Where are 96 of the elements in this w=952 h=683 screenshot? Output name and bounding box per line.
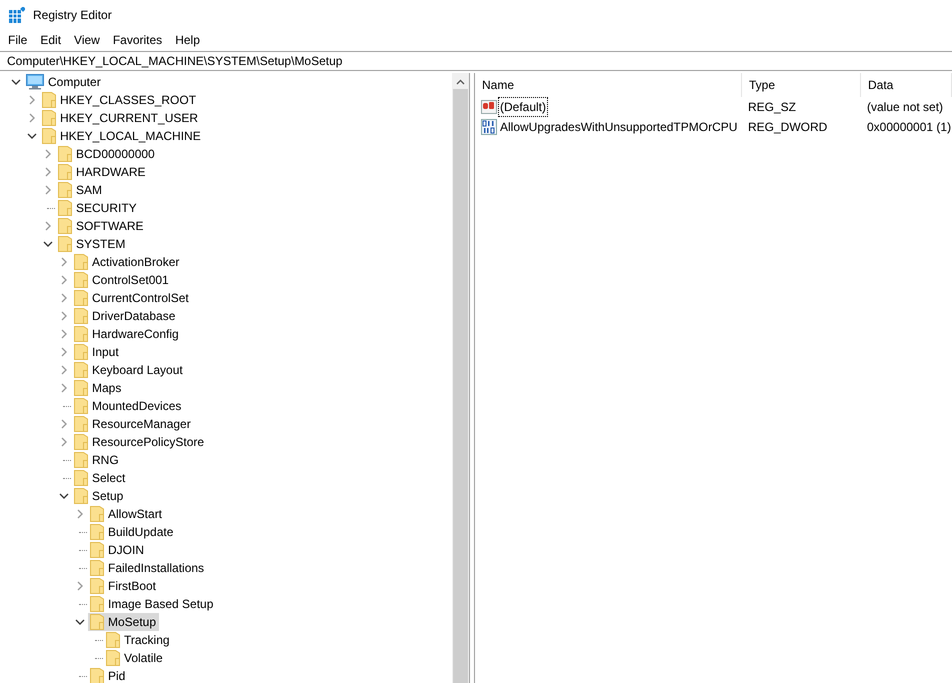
chevron-down-icon[interactable] [43,241,53,247]
tree-item[interactable]: FailedInstallations [88,559,208,577]
tree-item[interactable]: MountedDevices [72,397,184,415]
folder-icon [74,344,88,360]
folder-icon [90,524,104,540]
tree-item[interactable]: AllowStart [88,505,166,523]
chevron-down-icon[interactable] [11,79,21,85]
folder-icon [74,290,88,306]
folder-icon [58,146,72,162]
folder-icon [74,452,88,468]
tree-item[interactable]: BuildUpdate [88,523,176,541]
tree-item[interactable]: DriverDatabase [72,307,178,325]
tree-item[interactable]: ResourceManager [72,415,194,433]
folder-icon [74,272,88,288]
tree-item[interactable]: Pid [88,667,128,683]
folder-icon [74,362,88,378]
folder-icon [106,632,120,648]
folder-icon [42,110,56,126]
tree-item[interactable]: BCD00000000 [56,145,158,163]
column-header[interactable]: Data [861,73,952,97]
string-value-icon [481,99,497,115]
menu-item[interactable]: Help [169,30,206,50]
tree-item[interactable]: DJOIN [88,541,147,559]
tree-item[interactable]: ResourcePolicyStore [72,433,208,451]
value-type: REG_DWORD [747,119,828,136]
folder-icon [42,128,56,144]
chevron-down-icon[interactable] [59,493,69,499]
computer-icon [26,74,44,90]
folder-icon [74,254,88,270]
tree-item[interactable]: Setup [72,487,126,505]
folder-icon [90,560,104,576]
tree-item[interactable]: SOFTWARE [56,217,147,235]
folder-icon [74,308,88,324]
folder-icon [42,92,56,108]
tree-item[interactable]: SECURITY [56,199,140,217]
folder-icon [90,506,104,522]
folder-icon [58,218,72,234]
menu-item[interactable]: Favorites [106,30,168,50]
tree-item[interactable]: Select [72,469,128,487]
folder-icon [58,182,72,198]
tree-item[interactable]: Keyboard Layout [72,361,186,379]
chevron-down-icon[interactable] [27,133,37,139]
folder-icon [58,236,72,252]
tree-item[interactable]: Input [72,343,122,361]
chevron-right-icon[interactable] [45,221,51,231]
menu-item[interactable]: File [2,30,34,50]
value-name[interactable]: AllowUpgradesWithUnsupportedTPMOrCPU [499,118,738,136]
tree-item[interactable]: RNG [72,451,122,469]
folder-icon [74,416,88,432]
folder-icon [90,596,104,612]
menu-item[interactable]: View [68,30,106,50]
tree-item[interactable]: Tracking [104,631,173,649]
tree-item[interactable]: FirstBoot [88,577,160,595]
column-header[interactable]: Type [742,73,861,97]
folder-icon [90,668,104,683]
folder-icon [90,578,104,594]
folder-icon [90,542,104,558]
tree-item[interactable]: ActivationBroker [72,253,182,271]
folder-icon [106,650,120,666]
window-title: Registry Editor [33,7,112,24]
folder-icon [58,200,72,216]
tree-item[interactable]: SYSTEM [56,235,128,253]
chevron-right-icon[interactable] [77,509,83,519]
tree-item[interactable]: HKEY_LOCAL_MACHINE [40,127,204,145]
tree-item[interactable]: HKEY_CLASSES_ROOT [40,91,200,109]
folder-icon [74,398,88,414]
tree-item[interactable]: ControlSet001 [72,271,172,289]
value-type: REG_SZ [747,99,798,116]
address-bar[interactable]: Computer\HKEY_LOCAL_MACHINE\SYSTEM\Setup\MoSetup [0,51,952,71]
value-data: (value not set) [866,99,944,116]
tree-item[interactable]: HKEY_CURRENT_USER [40,109,202,127]
menu-item[interactable]: Edit [34,30,68,50]
chevron-down-icon[interactable] [75,619,85,625]
tree-item[interactable]: HardwareConfig [72,325,182,343]
folder-icon [74,470,88,486]
binary-value-icon [481,119,497,135]
tree-item[interactable]: CurrentControlSet [72,289,192,307]
tree-item[interactable]: Volatile [104,649,166,667]
folder-icon [74,380,88,396]
app-icon [9,7,25,23]
scroll-up-icon[interactable] [456,79,465,85]
folder-icon [90,614,104,630]
tree-item[interactable]: MoSetup [88,613,160,631]
chevron-right-icon[interactable] [77,581,83,591]
tree-item[interactable]: Image Based Setup [88,595,216,613]
folder-icon [74,326,88,342]
column-header[interactable]: Name [475,73,742,97]
value-name[interactable]: (Default) [499,98,548,116]
value-data: 0x00000001 (1) [866,119,952,136]
folder-icon [74,488,88,504]
tree-item[interactable]: HARDWARE [56,163,149,181]
tree-item[interactable]: SAM [56,181,106,199]
tree-item[interactable]: Maps [72,379,124,397]
folder-icon [74,434,88,450]
folder-icon [58,164,72,180]
tree-item[interactable]: Computer [24,73,104,91]
